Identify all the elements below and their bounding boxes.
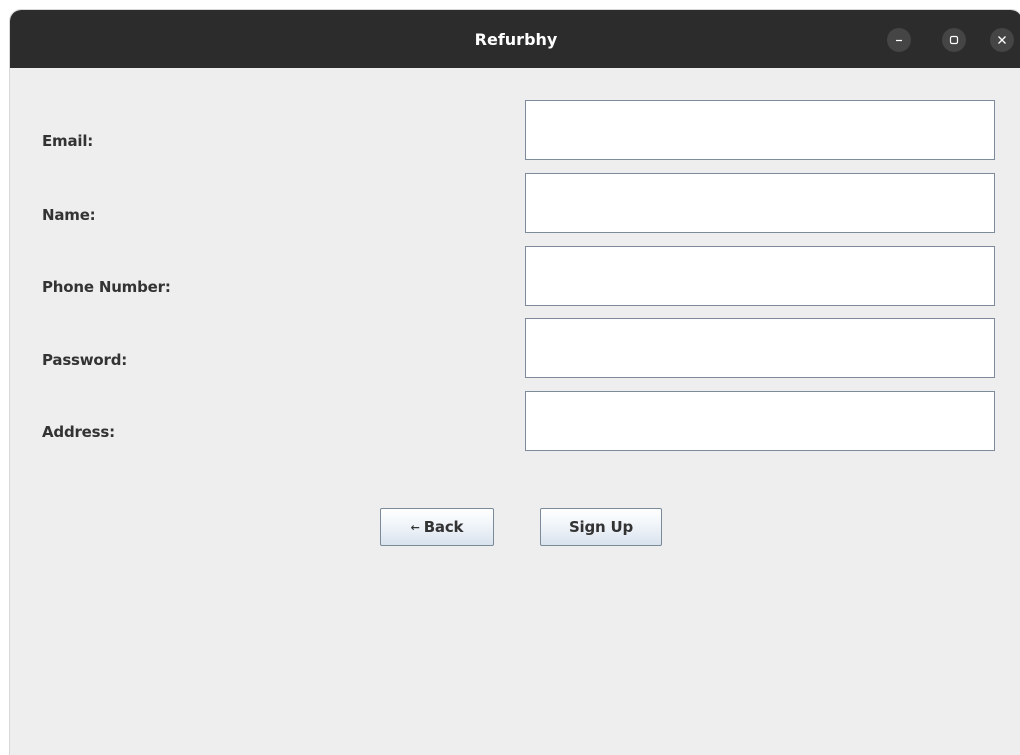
address-label: Address: xyxy=(42,423,115,441)
maximize-icon xyxy=(949,35,959,45)
back-button[interactable]: ← Back xyxy=(380,508,494,546)
maximize-button[interactable] xyxy=(942,28,966,52)
signup-form: Email: Name: Phone Number: Password: Add… xyxy=(10,68,1020,755)
sign-up-button-label: Sign Up xyxy=(568,518,634,536)
sign-up-button[interactable]: Sign Up xyxy=(540,508,662,546)
password-label: Password: xyxy=(42,351,128,369)
email-label: Email: xyxy=(42,132,94,150)
email-field[interactable] xyxy=(525,100,995,160)
phone-number-label: Phone Number: xyxy=(42,278,171,296)
address-field[interactable] xyxy=(525,391,995,451)
minimize-button[interactable] xyxy=(887,28,911,52)
back-button-label: Back xyxy=(423,518,464,536)
close-icon xyxy=(998,36,1006,44)
name-label: Name: xyxy=(42,206,96,224)
name-field[interactable] xyxy=(525,173,995,233)
window-title: Refurbhy xyxy=(474,30,558,49)
close-button[interactable] xyxy=(990,28,1014,52)
password-field[interactable] xyxy=(525,318,995,378)
phone-number-field[interactable] xyxy=(525,246,995,306)
back-arrow-icon: ← xyxy=(410,520,420,534)
title-bar[interactable]: Refurbhy xyxy=(10,10,1020,68)
app-window: Refurbhy Email: Name: Phone Number: Pass… xyxy=(10,10,1020,755)
minimize-icon xyxy=(896,39,902,42)
